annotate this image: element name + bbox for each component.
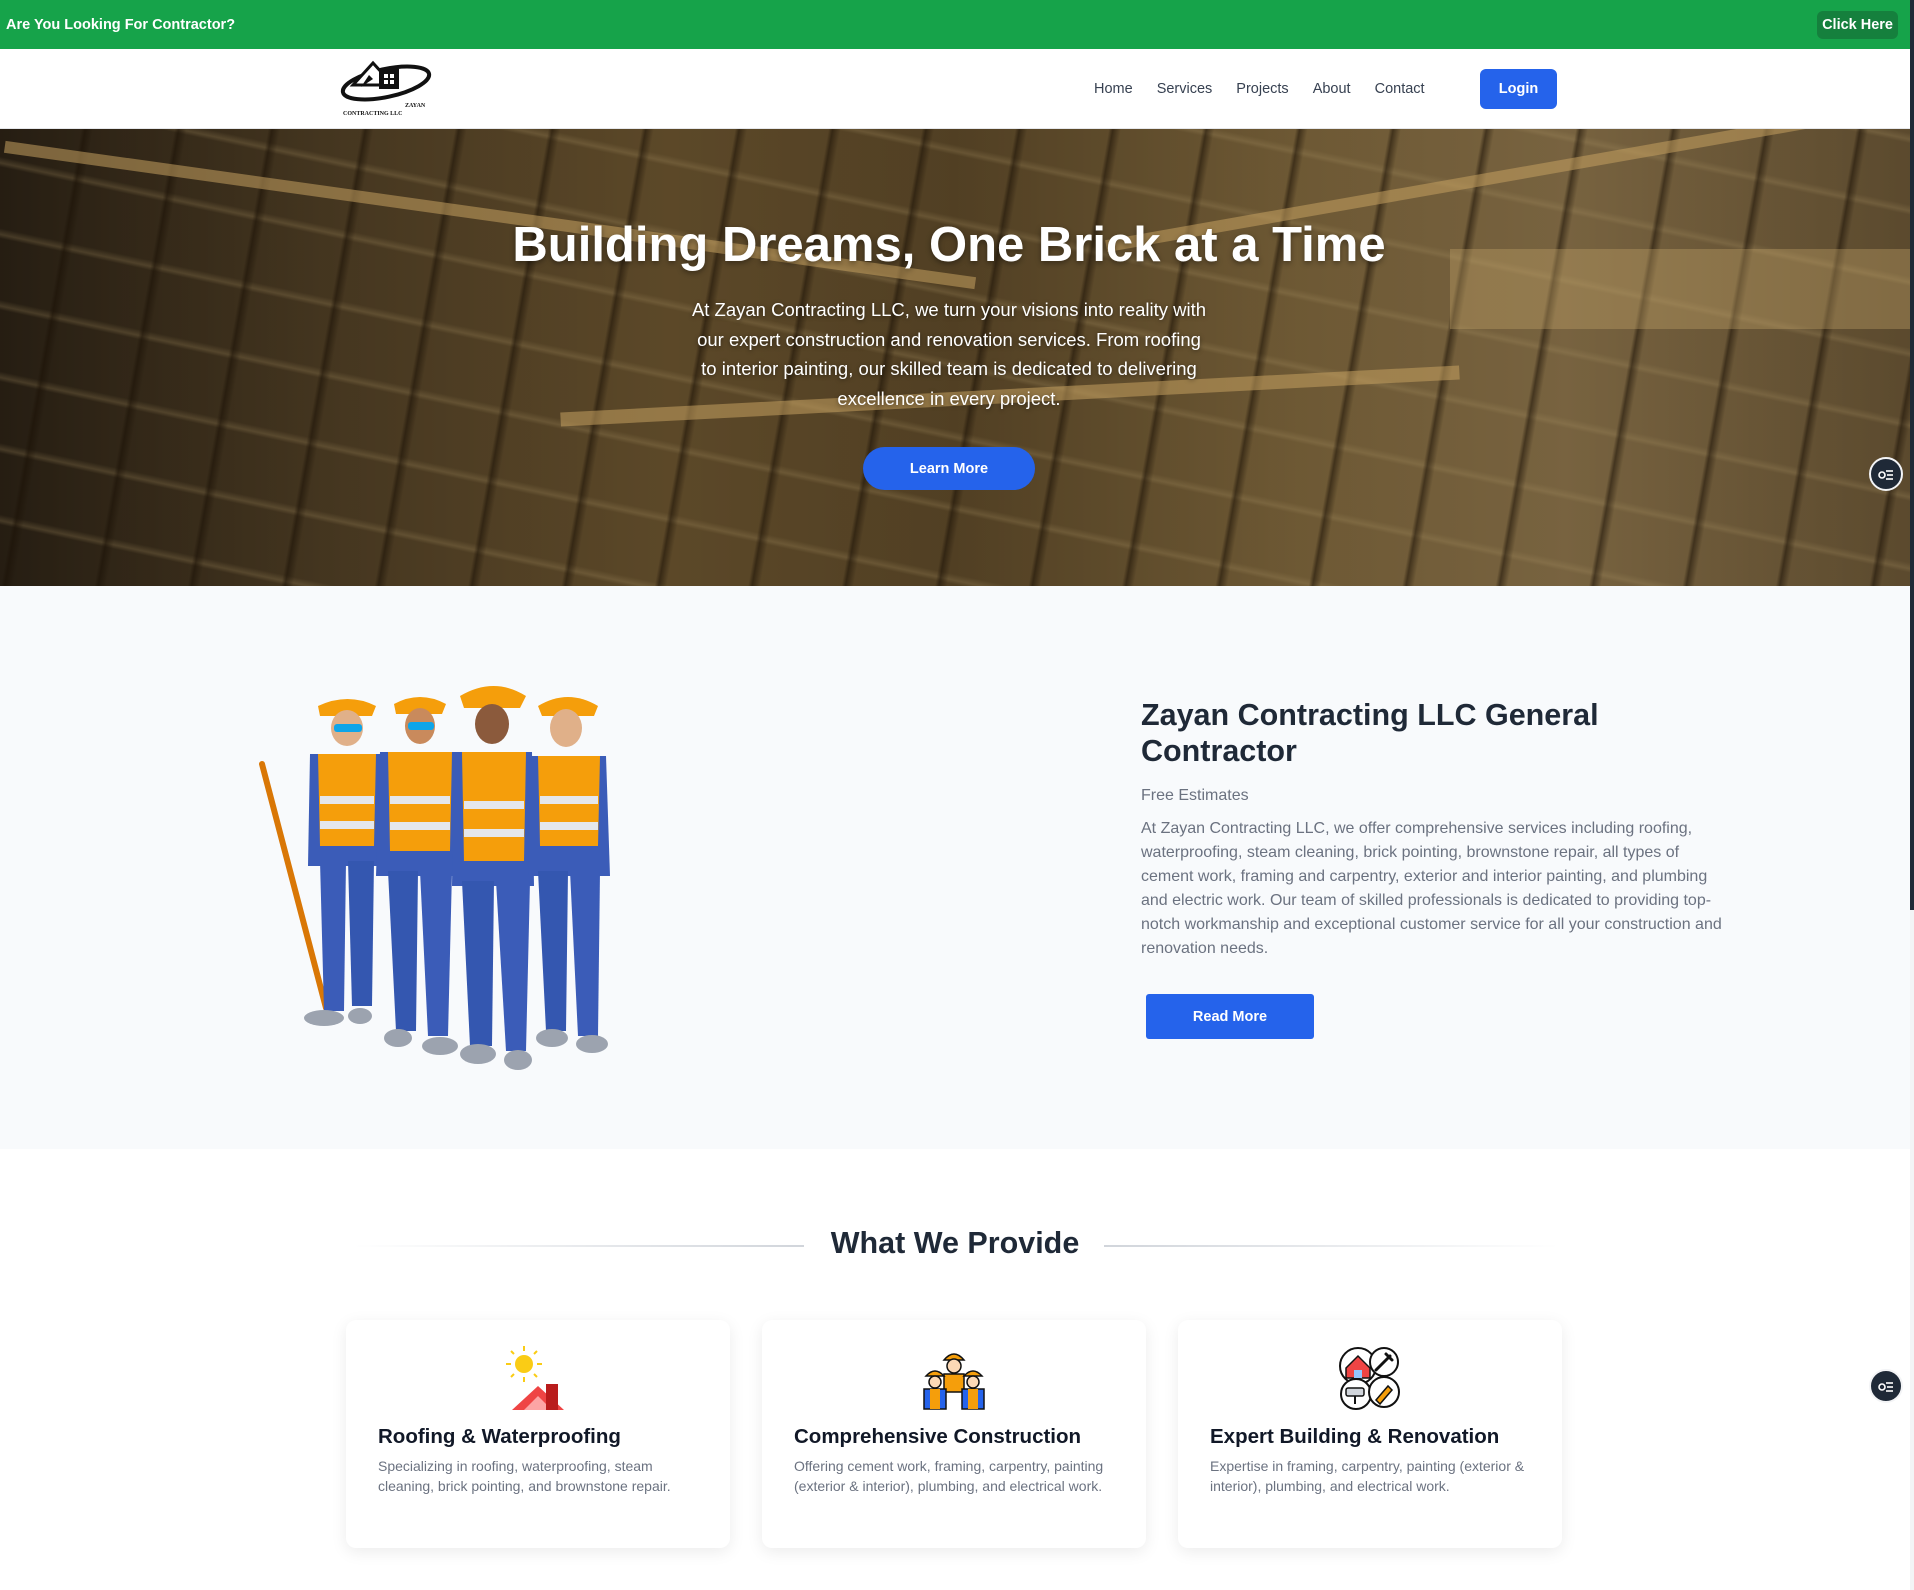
site-header: ZAYAN CONTRACTING LLC Home Services Proj… xyxy=(0,49,1910,129)
about-description: At Zayan Contracting LLC, we offer compr… xyxy=(1141,820,1722,957)
service-card-construction[interactable]: Comprehensive Construction Offering ceme… xyxy=(762,1320,1146,1548)
nav-home[interactable]: Home xyxy=(1094,81,1133,97)
nav-contact[interactable]: Contact xyxy=(1375,81,1425,97)
chat-widget-button[interactable] xyxy=(1869,457,1903,491)
promo-bar: Are You Looking For Contractor? Click He… xyxy=(0,0,1914,49)
hero-description: At Zayan Contracting LLC, we turn your v… xyxy=(691,299,1207,409)
about-section: Zayan Contracting LLC General Contractor… xyxy=(0,586,1910,1149)
hero-section: Building Dreams, One Brick at a Time At … xyxy=(0,129,1910,586)
about-title: Zayan Contracting LLC General Contractor xyxy=(1141,698,1599,768)
company-logo[interactable]: ZAYAN CONTRACTING LLC xyxy=(339,55,433,119)
renovation-tools-icon xyxy=(1339,1347,1400,1410)
nav-about[interactable]: About xyxy=(1313,81,1351,97)
promo-text: Are You Looking For Contractor? xyxy=(6,16,236,33)
card-title: Roofing & Waterproofing xyxy=(378,1425,621,1448)
click-here-button[interactable]: Click Here xyxy=(1817,10,1898,39)
card-text: Offering cement work, framing, carpentry… xyxy=(794,1458,1104,1494)
main-nav: Home Services Projects About Contact xyxy=(1094,49,1449,129)
card-title: Comprehensive Construction xyxy=(794,1425,1082,1448)
card-title: Expert Building & Renovation xyxy=(1210,1425,1500,1448)
card-text: Specializing in roofing, waterproofing, … xyxy=(378,1458,671,1494)
workers-team-icon xyxy=(923,1353,985,1410)
chat-settings-icon xyxy=(1878,1382,1893,1392)
chat-widget-button-secondary[interactable] xyxy=(1869,1369,1903,1403)
read-more-button[interactable]: Read More xyxy=(1146,994,1314,1039)
about-subtitle: Free Estimates xyxy=(1141,787,1249,804)
workers-illustration xyxy=(259,686,610,1070)
card-text: Expertise in framing, carpentry, paintin… xyxy=(1210,1458,1525,1494)
chat-settings-icon xyxy=(1878,470,1893,480)
nav-projects[interactable]: Projects xyxy=(1236,81,1288,97)
login-button[interactable]: Login xyxy=(1480,69,1557,109)
page-scrollbar-thumb[interactable] xyxy=(1910,0,1914,910)
service-card-renovation[interactable]: Expert Building & Renovation Expertise i… xyxy=(1178,1320,1562,1548)
nav-services[interactable]: Services xyxy=(1157,81,1213,97)
provide-title: What We Provide xyxy=(830,1226,1080,1260)
roof-sun-icon xyxy=(506,1346,564,1410)
hero-title: Building Dreams, One Brick at a Time xyxy=(512,218,1386,272)
service-card-roofing[interactable]: Roofing & Waterproofing Specializing in … xyxy=(346,1320,730,1548)
logo-text-sub: CONTRACTING LLC xyxy=(343,111,403,117)
logo-text-name: ZAYAN xyxy=(405,103,426,109)
learn-more-button[interactable]: Learn More xyxy=(863,447,1035,490)
